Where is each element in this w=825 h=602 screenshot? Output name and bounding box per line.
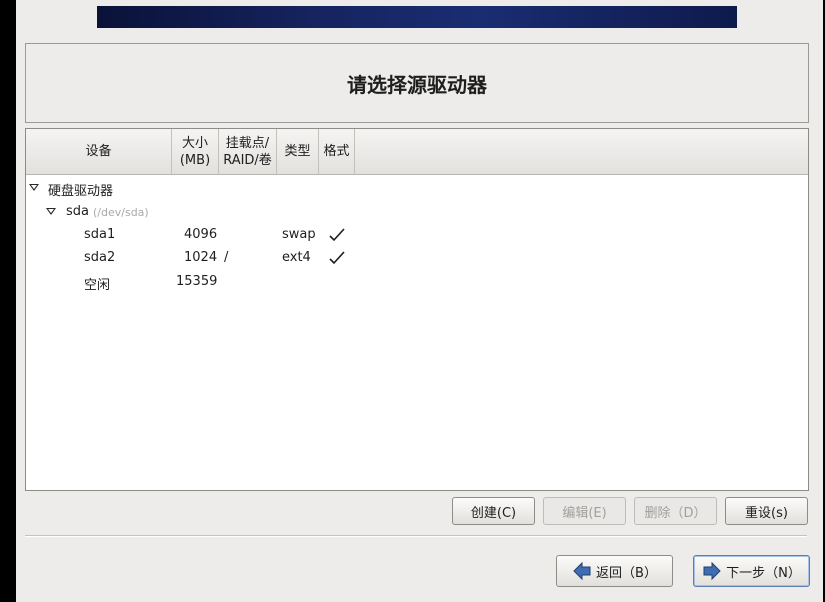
tree-row-disk[interactable]: sda (/dev/sda) — [26, 201, 808, 224]
reset-button[interactable]: 重设(s) — [725, 497, 808, 525]
expander-expanded-icon[interactable] — [29, 184, 39, 191]
column-format[interactable]: 格式 — [319, 129, 355, 174]
arrow-right-icon — [703, 561, 721, 581]
partition-size: 1024 — [184, 250, 218, 265]
header-banner — [97, 6, 737, 28]
page-title: 请选择源驱动器 — [347, 72, 487, 97]
partition-type: swap — [282, 227, 316, 242]
partition-type: ext4 — [282, 250, 311, 265]
back-button[interactable]: 返回（B） — [556, 555, 673, 587]
disk-path: (/dev/sda) — [93, 206, 149, 219]
column-device[interactable]: 设备 — [26, 129, 172, 174]
column-size[interactable]: 大小 (MB) — [172, 129, 219, 174]
partition-device: sda1 — [84, 227, 116, 242]
table-row[interactable]: 空闲 15359 — [26, 271, 808, 294]
tree-row-group[interactable]: 硬盘驱动器 — [26, 177, 808, 200]
table-row[interactable]: sda2 1024 / ext4 — [26, 247, 808, 270]
next-button[interactable]: 下一步（N） — [693, 555, 810, 587]
expander-expanded-icon[interactable] — [46, 208, 56, 215]
column-mount[interactable]: 挂载点/ RAID/卷 — [219, 129, 277, 174]
partition-device: sda2 — [84, 250, 116, 265]
arrow-left-icon — [573, 561, 591, 581]
checkmark-icon — [329, 228, 345, 242]
checkmark-icon — [329, 251, 345, 265]
partition-size: 15359 — [176, 274, 218, 289]
group-label: 硬盘驱动器 — [48, 184, 114, 199]
title-panel: 请选择源驱动器 — [25, 43, 809, 123]
table-row[interactable]: sda1 4096 swap — [26, 224, 808, 247]
column-type[interactable]: 类型 — [277, 129, 319, 174]
edit-button[interactable]: 编辑(E) — [543, 497, 626, 525]
tree-header: 设备 大小 (MB) 挂载点/ RAID/卷 类型 格式 — [26, 129, 808, 175]
separator — [25, 535, 807, 537]
create-button[interactable]: 创建(C) — [452, 497, 535, 525]
device-tree[interactable]: 设备 大小 (MB) 挂载点/ RAID/卷 类型 格式 硬盘驱动器 sda (… — [25, 128, 809, 491]
disk-name: sda — [66, 204, 89, 219]
delete-button[interactable]: 删除（D） — [634, 497, 717, 525]
partition-size: 4096 — [184, 227, 218, 242]
partition-mount: / — [224, 250, 229, 265]
partition-device: 空闲 — [84, 278, 111, 293]
